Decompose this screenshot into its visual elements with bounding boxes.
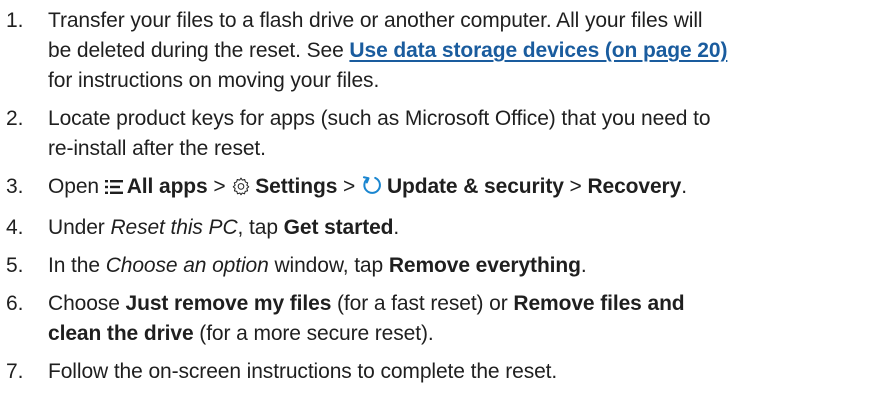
step-4: 4. Under Reset this PC, tap Get started.: [0, 213, 890, 243]
step-number: 6.: [6, 292, 24, 315]
step-2: 2. Locate product keys for apps (such as…: [0, 104, 890, 164]
step-number: 1.: [6, 9, 24, 32]
step-2-line-2: re-install after the reset.: [48, 137, 266, 160]
step-1-line-3: for instructions on moving your files.: [48, 69, 380, 92]
step-7-text: Follow the on-screen instructions to com…: [48, 360, 558, 383]
step-6: 6. Choose Just remove my files (for a fa…: [0, 289, 890, 349]
separator: >: [563, 175, 588, 198]
instruction-list: 1. Transfer your files to a flash drive …: [0, 0, 890, 387]
separator: >: [207, 175, 232, 198]
step-7: 7. Follow the on-screen instructions to …: [0, 357, 890, 387]
period: .: [580, 254, 587, 277]
settings-label: Settings: [255, 175, 338, 198]
step-5: 5. In the Choose an option window, tap R…: [0, 251, 890, 281]
get-started-label: Get started: [283, 216, 394, 239]
all-apps-icon: [104, 175, 123, 205]
secure-text: (for a more secure reset).: [193, 322, 434, 345]
step-number: 2.: [6, 107, 24, 130]
choose-text: Choose: [48, 292, 126, 315]
reset-this-pc-label: Reset this PC: [110, 216, 238, 239]
tap-text: , tap: [237, 216, 284, 239]
step-number: 5.: [6, 254, 24, 277]
step-1: 1. Transfer your files to a flash drive …: [0, 6, 890, 96]
settings-gear-icon: [231, 175, 251, 205]
recovery-label: Recovery: [587, 175, 682, 198]
choose-an-option-label: Choose an option: [105, 254, 269, 277]
update-security-label: Update & security: [386, 175, 564, 198]
open-text: Open: [48, 175, 105, 198]
update-refresh-icon: [361, 174, 383, 205]
all-apps-label: All apps: [126, 175, 208, 198]
step-3: 3. Open All apps > Settings > Update & s…: [0, 172, 890, 205]
step-number: 3.: [6, 175, 24, 198]
step-1-line-2: be deleted during the reset. See: [48, 39, 350, 62]
under-text: Under: [48, 216, 111, 239]
step-number: 7.: [6, 360, 24, 383]
step-1-line-1: Transfer your files to a flash drive or …: [48, 9, 703, 32]
window-tap-text: window, tap: [268, 254, 389, 277]
remove-everything-label: Remove everything: [388, 254, 581, 277]
period: .: [393, 216, 400, 239]
step-number: 4.: [6, 216, 24, 239]
step-2-line-1: Locate product keys for apps (such as Mi…: [48, 107, 711, 130]
remove-clean-label-1: Remove files and: [513, 292, 685, 315]
just-remove-label: Just remove my files: [125, 292, 332, 315]
period: .: [681, 175, 687, 198]
remove-clean-label-2: clean the drive: [48, 322, 194, 345]
storage-devices-link[interactable]: Use data storage devices (on page 20): [349, 39, 727, 62]
fast-or-text: (for a fast reset) or: [331, 292, 514, 315]
separator: >: [337, 175, 361, 198]
in-the-text: In the: [48, 254, 106, 277]
